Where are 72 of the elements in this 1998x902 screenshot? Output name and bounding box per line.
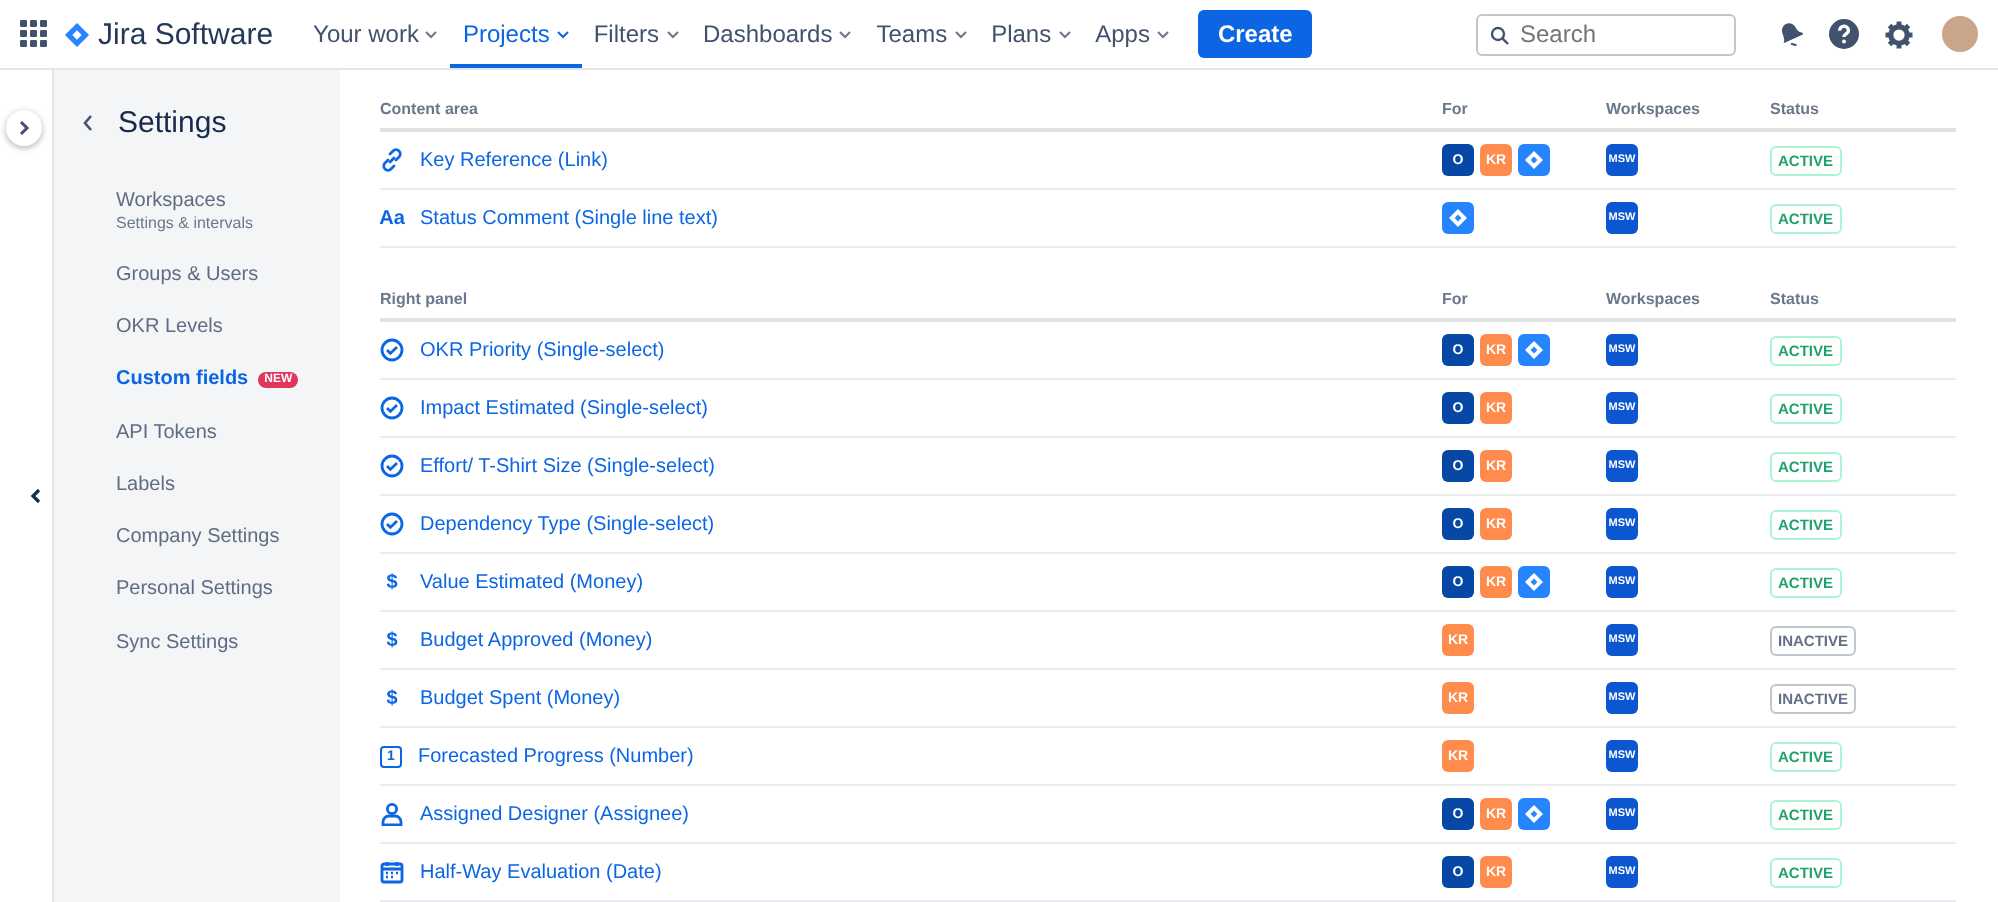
sidebar-item[interactable]: Company Settings xyxy=(116,510,340,564)
diamond-app-icon xyxy=(1518,566,1550,598)
caret-icon xyxy=(424,29,439,39)
person-icon xyxy=(380,802,404,826)
diamond-app-icon xyxy=(1518,144,1550,176)
text-type-icon: Aa xyxy=(380,207,404,229)
field-name-link[interactable]: Assigned Designer (Assignee) xyxy=(420,803,690,825)
field-name-link[interactable]: Dependency Type (Single-select) xyxy=(420,513,715,535)
diamond-app-icon xyxy=(1442,202,1474,234)
caret-icon xyxy=(838,29,853,39)
column-header: Workspaces xyxy=(1606,289,1702,307)
dollar-icon: $ xyxy=(380,629,404,651)
field-name-link[interactable]: Key Reference (Link) xyxy=(420,149,608,171)
check-circle-icon xyxy=(380,512,404,536)
sidebar-item[interactable]: Labels xyxy=(116,458,340,511)
sidebar-title: Settings xyxy=(118,106,227,140)
chevron-right-icon xyxy=(18,120,30,136)
field-name-link[interactable]: Value Estimated (Money) xyxy=(420,571,644,593)
field-name-link[interactable]: OKR Priority (Single-select) xyxy=(420,339,665,361)
nav-menu[interactable]: Projects xyxy=(450,0,582,68)
link-icon xyxy=(380,148,404,172)
field-name-link[interactable]: Budget Spent (Money) xyxy=(420,687,621,709)
help-icon[interactable] xyxy=(1828,18,1860,50)
nav-menu[interactable]: Apps xyxy=(1083,0,1182,68)
sidebar-item[interactable]: Personal Settings xyxy=(116,563,340,617)
section-heading: Content area xyxy=(380,99,480,117)
search-icon xyxy=(1490,25,1510,45)
sidebar-item[interactable]: Workspaces Settings & intervals xyxy=(116,172,340,248)
column-header: For xyxy=(1442,289,1470,307)
diamond-logo-icon[interactable] xyxy=(64,21,90,47)
back-icon[interactable] xyxy=(82,114,94,132)
check-circle-icon xyxy=(380,454,404,478)
app-name: Jira Software xyxy=(98,17,274,51)
diamond-app-icon xyxy=(1518,798,1550,830)
column-header: For xyxy=(1442,99,1470,117)
column-header: Status xyxy=(1770,99,1821,117)
check-circle-icon xyxy=(380,396,404,420)
calendar-icon xyxy=(380,860,404,884)
search-field[interactable]: Search xyxy=(1476,13,1736,55)
sidebar-item[interactable]: Groups & Users xyxy=(116,248,340,301)
sidebar-item[interactable]: API Tokens xyxy=(116,405,340,459)
create-button[interactable]: Create xyxy=(1197,10,1313,58)
check-circle-icon xyxy=(380,338,404,362)
caret-icon xyxy=(1155,29,1170,39)
dollar-icon: $ xyxy=(380,687,404,709)
field-name-link[interactable]: Half-Way Evaluation (Date) xyxy=(420,861,662,883)
app-grid-icon[interactable] xyxy=(20,20,48,48)
nav-menu[interactable]: Dashboards xyxy=(691,0,865,68)
settings-icon[interactable] xyxy=(1884,19,1914,49)
field-name-link[interactable]: Forecasted Progress (Number) xyxy=(418,745,694,767)
diamond-app-icon xyxy=(1518,334,1550,366)
nav-menu[interactable]: Filters xyxy=(581,0,691,68)
section-heading: Right panel xyxy=(380,289,470,307)
field-name-link[interactable]: Budget Approved (Money) xyxy=(420,629,653,651)
field-name-link[interactable]: Impact Estimated (Single-select) xyxy=(420,397,708,419)
caret-icon xyxy=(1057,29,1072,39)
chevron-left-icon xyxy=(30,488,42,504)
caret-icon xyxy=(953,29,968,39)
nav-menu[interactable]: Teams xyxy=(864,0,980,68)
field-name-link[interactable]: Status Comment (Single line text) xyxy=(420,207,718,229)
caret-icon xyxy=(555,29,570,39)
sidebar-item[interactable]: OKR Levels xyxy=(116,300,340,354)
caret-icon xyxy=(665,29,679,39)
column-header: Status xyxy=(1770,289,1821,307)
field-name-link[interactable]: Effort/ T-Shirt Size (Single-select) xyxy=(420,455,715,477)
nav-menu[interactable]: Your work xyxy=(301,0,451,68)
dollar-icon: $ xyxy=(380,571,404,593)
expand-button[interactable] xyxy=(6,110,42,146)
column-header: Workspaces xyxy=(1606,99,1702,117)
nav-menu[interactable]: Plans xyxy=(979,0,1084,68)
bell-icon[interactable] xyxy=(1776,20,1804,48)
sidebar-item[interactable]: Sync Settings xyxy=(116,616,340,669)
